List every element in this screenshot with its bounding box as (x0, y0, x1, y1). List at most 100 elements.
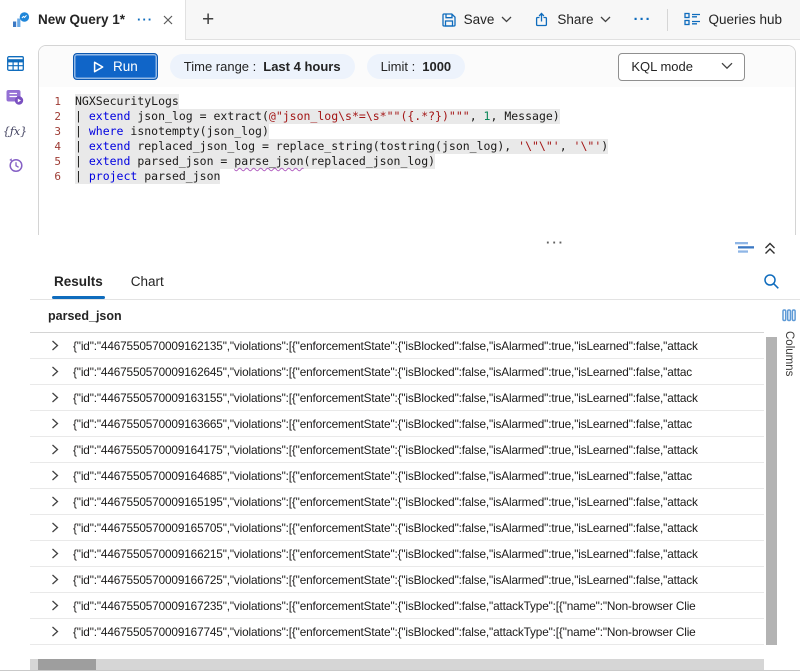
text-lines-icon[interactable] (735, 241, 754, 255)
queries-hub-button[interactable]: Queries hub (678, 8, 788, 31)
expand-row-icon[interactable] (51, 470, 59, 481)
limit-picker[interactable]: Limit : 1000 (367, 54, 466, 79)
collapse-editor-icon[interactable] (764, 242, 776, 255)
save-chevron-down-icon (501, 16, 512, 23)
share-button[interactable]: Share (528, 8, 617, 32)
new-tab-button[interactable]: + (202, 9, 214, 30)
expand-row-icon[interactable] (51, 522, 59, 533)
save-button[interactable]: Save (435, 8, 519, 32)
tab-close-icon[interactable] (163, 15, 173, 25)
queries-hub-icon (684, 12, 701, 27)
code-text: | extend replaced_json_log = replace_str… (75, 139, 608, 154)
expand-row-icon[interactable] (51, 392, 59, 403)
results-grid: parsed_json {"id":"4467550570009162135",… (30, 300, 764, 670)
code-line[interactable]: 3| where isnotempty(json_log) (39, 124, 795, 139)
code-line[interactable]: 6| project parsed_json (39, 169, 795, 184)
expand-row-icon[interactable] (51, 366, 59, 377)
expand-row-icon[interactable] (51, 626, 59, 637)
share-label: Share (557, 12, 593, 27)
expand-row-icon[interactable] (51, 340, 59, 351)
query-tab[interactable]: New Query 1* ··· (0, 0, 186, 40)
run-button[interactable]: Run (73, 53, 158, 80)
results-panel: parsed_json {"id":"4467550570009162135",… (30, 300, 800, 670)
tab-results[interactable]: Results (54, 263, 103, 299)
table-row[interactable]: {"id":"4467550570009167235","violations"… (30, 593, 764, 619)
splitter-handle[interactable]: ··· (546, 235, 565, 250)
row-json-text: {"id":"4467550570009162135","violations"… (73, 339, 698, 353)
row-json-text: {"id":"4467550570009166725","violations"… (73, 573, 698, 587)
time-range-picker[interactable]: Time range : Last 4 hours (170, 54, 355, 79)
left-rail: {ƒx} (0, 40, 30, 670)
tab-more-icon[interactable]: ··· (137, 12, 153, 27)
mode-chevron-down-icon (721, 62, 733, 70)
share-chevron-down-icon (600, 16, 611, 23)
editor-lines: 1NGXSecurityLogs2| extend json_log = ext… (39, 94, 795, 184)
table-row[interactable]: {"id":"4467550570009166215","violations"… (30, 541, 764, 567)
queries-hub-label: Queries hub (708, 12, 782, 27)
time-range-label: Time range : (184, 59, 257, 74)
query-mode-value: KQL mode (631, 59, 693, 74)
table-row[interactable]: {"id":"4467550570009162645","violations"… (30, 359, 764, 385)
columns-panel-label[interactable]: Columns (783, 331, 795, 376)
row-json-text: {"id":"4467550570009162645","violations"… (73, 365, 692, 379)
line-number: 2 (39, 109, 75, 124)
expand-row-icon[interactable] (51, 548, 59, 559)
expand-row-icon[interactable] (51, 496, 59, 507)
query-mode-dropdown[interactable]: KQL mode (618, 53, 745, 81)
query-toolbar: Run Time range : Last 4 hours Limit : 10… (39, 46, 795, 87)
code-line[interactable]: 5| extend parsed_json = parse_json(repla… (39, 154, 795, 169)
row-json-text: {"id":"4467550570009164175","violations"… (73, 443, 698, 457)
column-header-parsed-json[interactable]: parsed_json (30, 300, 764, 333)
table-row[interactable]: {"id":"4467550570009163665","violations"… (30, 411, 764, 437)
functions-icon[interactable]: {ƒx} (5, 122, 25, 140)
code-line[interactable]: 4| extend replaced_json_log = replace_st… (39, 139, 795, 154)
saved-scripts-icon[interactable] (5, 88, 25, 106)
code-text: | extend parsed_json = parse_json(replac… (75, 154, 435, 169)
result-rows: {"id":"4467550570009162135","violations"… (30, 333, 764, 659)
expand-row-icon[interactable] (51, 574, 59, 585)
columns-icon[interactable] (782, 309, 796, 322)
tab-bar: New Query 1* ··· + Save Share (0, 0, 800, 40)
line-number: 1 (39, 94, 75, 109)
limit-value: 1000 (422, 59, 451, 74)
vertical-scrollbar[interactable] (764, 300, 778, 670)
horizontal-scrollbar-thumb[interactable] (38, 659, 96, 670)
code-text: | extend json_log = extract(@"json_log\s… (75, 109, 560, 124)
table-row[interactable]: {"id":"4467550570009164175","violations"… (30, 437, 764, 463)
query-panel: Run Time range : Last 4 hours Limit : 10… (38, 45, 796, 235)
table-row[interactable]: {"id":"4467550570009167745","violations"… (30, 619, 764, 645)
row-json-text: {"id":"4467550570009166215","violations"… (73, 547, 698, 561)
line-number: 4 (39, 139, 75, 154)
vertical-scrollbar-thumb[interactable] (766, 337, 777, 645)
code-line[interactable]: 1NGXSecurityLogs (39, 94, 795, 109)
query-editor[interactable]: 1NGXSecurityLogs2| extend json_log = ext… (39, 87, 795, 235)
code-line[interactable]: 2| extend json_log = extract(@"json_log\… (39, 109, 795, 124)
search-icon[interactable] (763, 273, 780, 290)
table-row[interactable]: {"id":"4467550570009165705","violations"… (30, 515, 764, 541)
more-actions-button[interactable]: ··· (627, 11, 657, 28)
table-row[interactable]: {"id":"4467550570009166725","violations"… (30, 567, 764, 593)
horizontal-scrollbar[interactable] (30, 659, 764, 670)
save-icon (441, 12, 457, 28)
row-json-text: {"id":"4467550570009167235","violations"… (73, 599, 696, 613)
table-row[interactable]: {"id":"4467550570009163155","violations"… (30, 385, 764, 411)
limit-label: Limit : (381, 59, 416, 74)
table-row[interactable]: {"id":"4467550570009165195","violations"… (30, 489, 764, 515)
query-history-icon[interactable] (5, 156, 25, 174)
expand-row-icon[interactable] (51, 600, 59, 611)
expand-row-icon[interactable] (51, 444, 59, 455)
expand-row-icon[interactable] (51, 418, 59, 429)
tab-chart[interactable]: Chart (131, 263, 164, 299)
save-label: Save (464, 12, 495, 27)
code-text: | where isnotempty(json_log) (75, 124, 269, 139)
table-row[interactable]: {"id":"4467550570009164685","violations"… (30, 463, 764, 489)
row-json-text: {"id":"4467550570009167745","violations"… (73, 625, 696, 639)
row-json-text: {"id":"4467550570009165705","violations"… (73, 521, 698, 535)
tables-icon[interactable] (5, 54, 25, 72)
table-row[interactable]: {"id":"4467550570009162135","violations"… (30, 333, 764, 359)
row-json-text: {"id":"4467550570009163155","violations"… (73, 391, 698, 405)
columns-side-panel: Columns (778, 300, 800, 670)
code-text: | project parsed_json (75, 169, 220, 184)
kusto-query-app: New Query 1* ··· + Save Share (0, 0, 800, 671)
adx-query-icon (12, 12, 30, 28)
